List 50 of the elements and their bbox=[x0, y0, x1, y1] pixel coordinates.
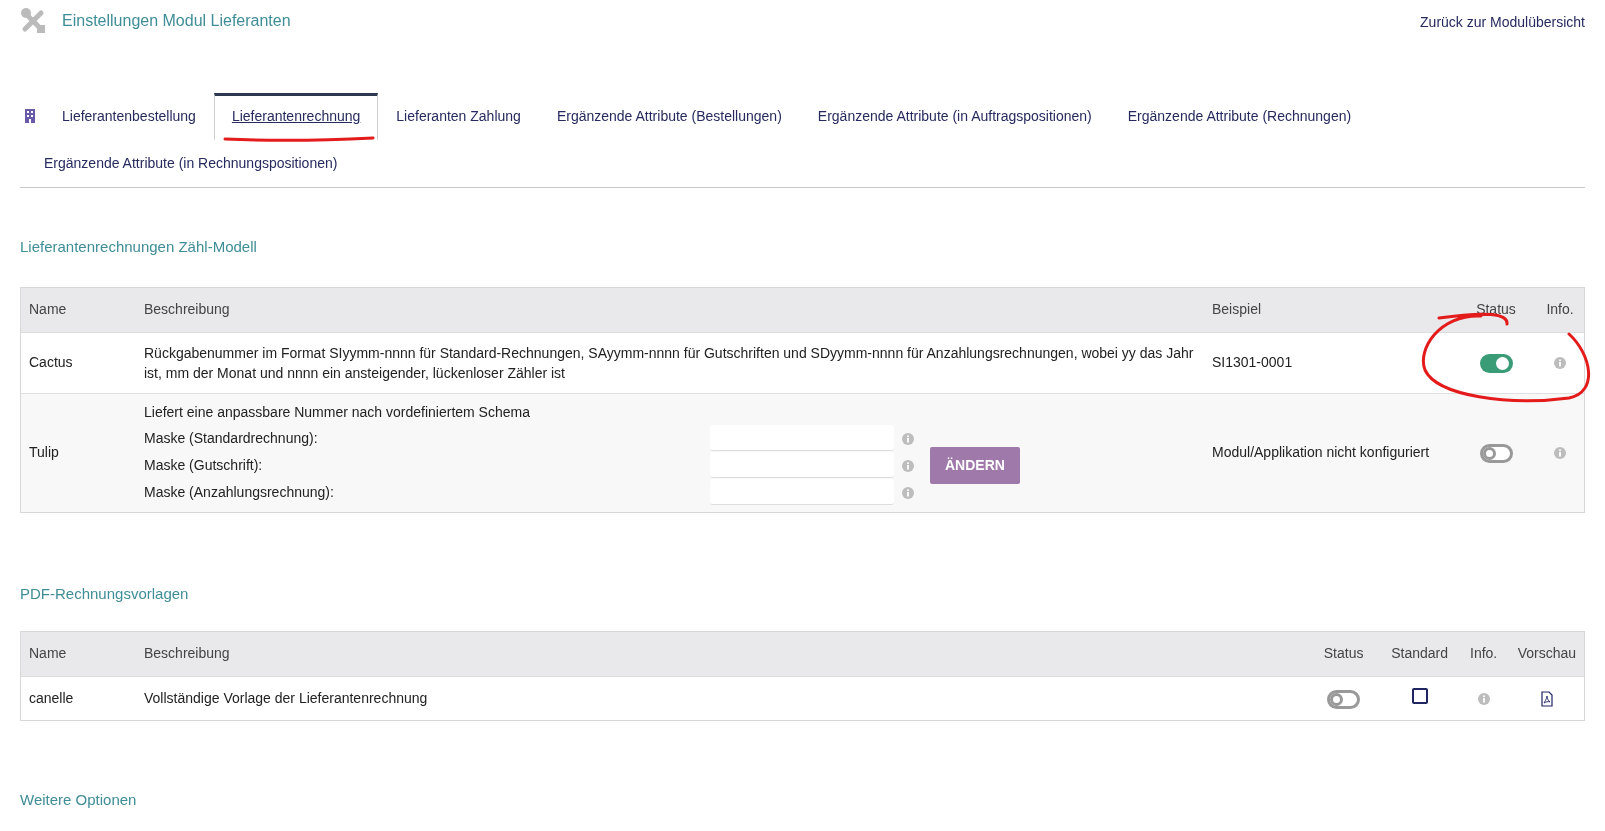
table-cell: Rückgabenummer im Format SIyymm-nnnn für Standard-Rechnungen, SAyymm-nnnn für Gutschriften und SDyymm-nnnn für Anzahlungsrechnungen, wobei yy das Jahr ist, mm der Monat und nnnn ein ansteigender, lückenloser Zähler ist bbox=[136, 332, 1204, 393]
toggle-switch[interactable] bbox=[1479, 443, 1513, 463]
column-header: Info. bbox=[1536, 287, 1584, 332]
tab[interactable]: Lieferanten Zahlung bbox=[378, 93, 539, 140]
info-icon[interactable] bbox=[1554, 357, 1566, 370]
section-title: Lieferantenrechnungen Zähl-Modell bbox=[20, 237, 258, 257]
toggle-switch[interactable] bbox=[1479, 353, 1513, 373]
column-header: Name bbox=[21, 632, 136, 677]
toggle-switch[interactable] bbox=[1327, 689, 1361, 709]
change-button[interactable]: ÄNDERN bbox=[930, 446, 1020, 484]
column-header: Name bbox=[21, 287, 136, 332]
checkbox[interactable] bbox=[1411, 687, 1428, 704]
field-label: Maske (Standardrechnung): bbox=[144, 428, 319, 448]
column-header: Beispiel bbox=[1204, 287, 1456, 332]
tab[interactable]: Ergänzende Attribute (in Auftragspositionen) bbox=[799, 93, 1110, 140]
description-text: Liefert eine anpassbare Nummer nach vordefiniertem Schema bbox=[144, 402, 531, 422]
column-header: Standard bbox=[1381, 632, 1458, 677]
tools-icon bbox=[20, 8, 46, 34]
info-icon[interactable] bbox=[902, 432, 914, 445]
input-field[interactable] bbox=[710, 479, 894, 505]
column-header: Beschreibung bbox=[136, 632, 1306, 677]
back-link[interactable]: Zurück zur Modulübersicht bbox=[1420, 12, 1585, 33]
column-header: Status bbox=[1305, 632, 1382, 677]
tab[interactable]: Lieferantenrechnung bbox=[213, 93, 379, 140]
tab[interactable]: Ergänzende Attribute (Rechnungen) bbox=[1109, 93, 1370, 140]
tab[interactable]: Lieferantenbestellung bbox=[44, 93, 214, 140]
tab[interactable]: Ergänzende Attribute (in Rechnungspositionen) bbox=[20, 140, 356, 187]
column-header: Vorschau bbox=[1509, 632, 1584, 677]
page-title: Einstellungen Modul Lieferanten bbox=[62, 11, 291, 31]
table-cell: canelle bbox=[21, 676, 136, 720]
table-cell: Vollständige Vorlage der Lieferantenrechnung bbox=[136, 676, 1306, 720]
input-field[interactable] bbox=[710, 425, 894, 451]
column-header: Beschreibung bbox=[136, 287, 1204, 332]
info-icon[interactable] bbox=[1554, 447, 1566, 460]
column-header: Info. bbox=[1457, 632, 1510, 677]
field-label: Maske (Anzahlungsrechnung): bbox=[144, 482, 335, 502]
pdf-file-icon[interactable] bbox=[1540, 691, 1553, 708]
info-icon[interactable] bbox=[1477, 693, 1490, 706]
table-cell: Cactus bbox=[21, 332, 136, 393]
field-label: Maske (Gutschrift): bbox=[144, 455, 264, 475]
section-title: Weitere Optionen bbox=[20, 790, 138, 810]
tab[interactable]: Ergänzende Attribute (Bestellungen) bbox=[538, 93, 800, 140]
info-icon[interactable] bbox=[902, 459, 914, 472]
building-icon bbox=[24, 109, 36, 124]
table-cell: SI1301-0001 bbox=[1204, 332, 1456, 393]
info-icon[interactable] bbox=[902, 486, 914, 499]
input-field[interactable] bbox=[710, 452, 894, 478]
table-cell: Modul/Applikation nicht konfiguriert bbox=[1204, 393, 1456, 512]
table-cell: Tulip bbox=[21, 393, 136, 512]
section-title: PDF-Rechnungsvorlagen bbox=[20, 583, 190, 604]
